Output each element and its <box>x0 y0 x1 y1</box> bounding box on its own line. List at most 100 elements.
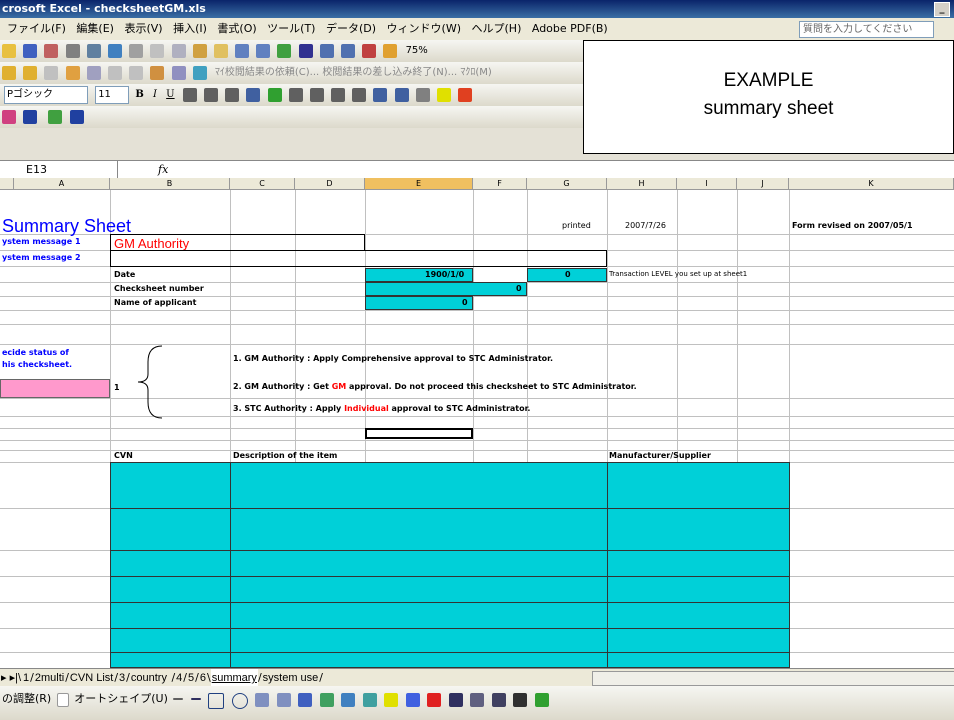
spelling-icon[interactable] <box>107 44 122 58</box>
sheet-tab-1[interactable]: 1 <box>22 669 30 687</box>
cvn-column-cells[interactable] <box>110 462 231 668</box>
col-header-h[interactable]: H <box>607 178 677 190</box>
vertical-textbox-icon[interactable] <box>276 693 291 707</box>
fill-color-draw-icon[interactable] <box>384 693 399 707</box>
3d-icon[interactable] <box>534 693 549 707</box>
question-input[interactable]: 質問を入力してください <box>799 21 934 38</box>
show-comment-icon[interactable] <box>86 66 101 80</box>
fill-color-icon[interactable] <box>437 88 452 102</box>
applicant-cell[interactable] <box>365 296 473 310</box>
sheet-tab-system-use[interactable]: system use <box>262 669 320 687</box>
review-text[interactable]: ﾏｲ校閲結果の依頼(C)... 校閲結果の差し込み終了(N)... ﾏｸﾛ(M) <box>215 62 492 84</box>
prev-comment-icon[interactable] <box>44 66 59 80</box>
sheet-tab-5[interactable]: 5 <box>187 669 195 687</box>
merge-center-icon[interactable] <box>246 88 261 102</box>
line-color-icon[interactable] <box>405 693 420 707</box>
tab-nav-arrows[interactable]: ▸ ▸|\ <box>0 669 22 687</box>
paste-icon[interactable] <box>192 44 207 58</box>
menu-view[interactable]: 表示(V) <box>124 22 162 35</box>
picture-icon[interactable] <box>362 693 377 707</box>
sheet-tab-2multi[interactable]: 2multi <box>34 669 65 687</box>
chart-wizard-icon[interactable] <box>362 44 377 58</box>
menu-tools[interactable]: ツール(T) <box>267 22 315 35</box>
wordart-icon[interactable] <box>298 693 313 707</box>
textbox-icon[interactable] <box>255 693 270 707</box>
font-size-select[interactable]: 11 <box>95 86 130 104</box>
line-icon[interactable] <box>173 698 184 700</box>
redo-icon[interactable] <box>256 44 271 58</box>
print-preview-icon[interactable] <box>86 44 101 58</box>
sheet-tab-cvn-list[interactable]: CVN List <box>69 669 114 687</box>
clipart-icon[interactable] <box>341 693 356 707</box>
undo-icon[interactable] <box>235 44 250 58</box>
status-input-cell[interactable] <box>0 379 110 398</box>
italic-button[interactable]: I <box>153 84 157 106</box>
draw-menu[interactable]: の調整(R) <box>2 692 51 705</box>
drawing-icon[interactable] <box>383 44 398 58</box>
font-color-icon[interactable] <box>458 88 473 102</box>
delete-comment-icon[interactable] <box>129 66 144 80</box>
selected-cell-e13[interactable] <box>365 428 473 439</box>
macro-icon[interactable] <box>2 110 16 124</box>
sheet-tab-3[interactable]: 3 <box>118 669 126 687</box>
line-style-icon[interactable] <box>448 693 463 707</box>
next-comment-icon[interactable] <box>65 66 80 80</box>
sheet-tab-country[interactable]: country <box>130 669 168 687</box>
select-all-corner[interactable] <box>0 178 14 190</box>
arrow-style-icon[interactable] <box>491 693 506 707</box>
sort-descending-icon[interactable] <box>341 44 355 58</box>
fx-icon[interactable]: fx <box>158 161 168 179</box>
send-icon[interactable] <box>171 66 186 80</box>
dash-style-icon[interactable] <box>470 693 485 707</box>
menu-adobe-pdf[interactable]: Adobe PDF(B) <box>532 22 608 35</box>
shadow-icon[interactable] <box>513 693 528 707</box>
align-center-icon[interactable] <box>203 88 218 102</box>
menu-window[interactable]: ウィンドウ(W) <box>387 22 461 35</box>
vba-icon[interactable] <box>48 110 63 124</box>
col-header-k[interactable]: K <box>789 178 954 190</box>
show-all-icon[interactable] <box>107 66 122 80</box>
sheet-tab-4[interactable]: 4 <box>175 669 183 687</box>
name-box[interactable]: E13 <box>0 161 118 179</box>
horizontal-scrollbar[interactable] <box>592 671 954 686</box>
align-right-icon[interactable] <box>225 88 240 102</box>
track-changes-icon[interactable] <box>150 66 165 80</box>
col-header-b[interactable]: B <box>110 178 230 190</box>
permission-icon[interactable] <box>44 44 59 58</box>
col-header-a[interactable]: A <box>14 178 110 190</box>
autosum-icon[interactable] <box>298 44 313 58</box>
format-painter-icon[interactable] <box>213 44 228 58</box>
increase-indent-icon[interactable] <box>394 88 409 102</box>
manufacturer-column-cells[interactable] <box>607 462 790 668</box>
decrease-decimal-icon[interactable] <box>352 88 367 102</box>
sort-ascending-icon[interactable] <box>319 44 334 58</box>
checksheet-number-cell[interactable] <box>365 282 527 296</box>
reply-icon[interactable] <box>192 66 207 80</box>
col-header-f[interactable]: F <box>473 178 527 190</box>
col-header-e[interactable]: E <box>365 178 473 190</box>
menu-help[interactable]: ヘルプ(H) <box>472 22 522 35</box>
toolbar-options-icon-2[interactable] <box>69 110 84 124</box>
col-header-i[interactable]: I <box>677 178 737 190</box>
underline-button[interactable]: U <box>166 84 174 106</box>
cut-icon[interactable] <box>150 44 165 58</box>
system-message-2-box[interactable] <box>110 250 607 267</box>
font-name-select[interactable]: Pゴシック <box>4 86 88 104</box>
rectangle-icon[interactable] <box>208 693 225 709</box>
zoom-select[interactable]: 75% <box>406 40 428 62</box>
arrow-icon[interactable] <box>190 698 201 700</box>
menu-data[interactable]: データ(D) <box>326 22 376 35</box>
description-column-cells[interactable] <box>230 462 608 668</box>
menu-edit[interactable]: 編集(E) <box>76 22 114 35</box>
print-icon[interactable] <box>65 44 80 58</box>
autoshape-menu[interactable]: オートシェイプ(U) <box>74 692 168 705</box>
bold-button[interactable]: B <box>135 84 143 106</box>
col-header-j[interactable]: J <box>737 178 789 190</box>
copy-icon[interactable] <box>171 44 186 58</box>
save-icon[interactable] <box>23 44 38 58</box>
increase-decimal-icon[interactable] <box>331 88 346 102</box>
spreadsheet-grid[interactable]: A B C D E F G H I J K Summary Sheet prin… <box>0 178 954 668</box>
borders-icon[interactable] <box>415 88 430 102</box>
new-comment-icon[interactable] <box>23 66 38 80</box>
percent-icon[interactable] <box>288 88 303 102</box>
